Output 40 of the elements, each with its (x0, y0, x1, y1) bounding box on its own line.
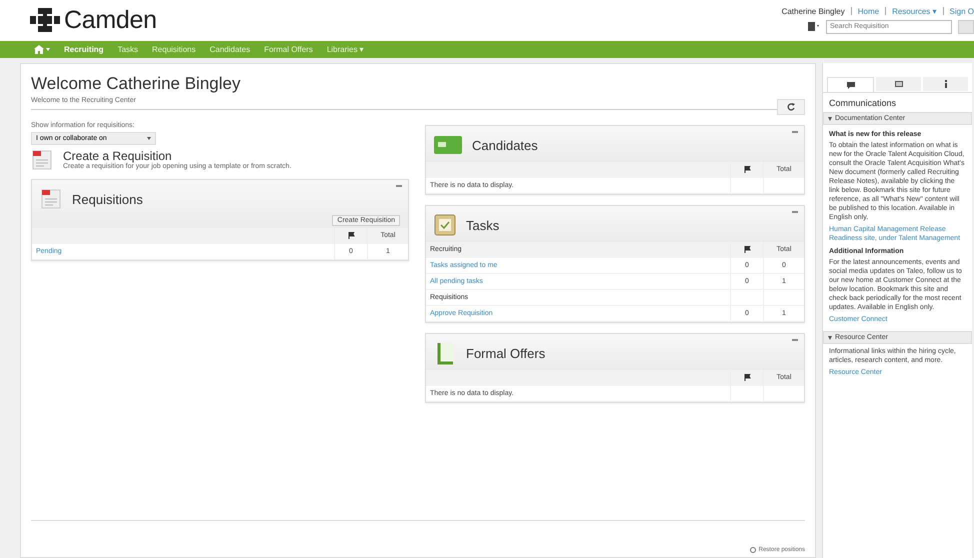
create-requisition-link[interactable]: Create a Requisition (63, 149, 292, 163)
widget-title: Requisitions (72, 192, 143, 206)
header-link[interactable]: Sign O (950, 6, 974, 16)
nav-tab[interactable]: Requisitions (152, 45, 196, 54)
refresh-button[interactable] (777, 99, 805, 115)
sidebar-tab[interactable] (827, 77, 874, 92)
page-title: Welcome Catherine Bingley (31, 74, 242, 94)
flag-icon (744, 166, 750, 173)
document-icon (40, 188, 62, 210)
chat-icon (846, 80, 856, 90)
nav-tab[interactable]: Formal Offers (264, 45, 313, 54)
flag-icon (348, 232, 354, 239)
collapse-icon (828, 116, 832, 120)
sidebar-tab[interactable] (923, 77, 968, 91)
user-name: Catherine Bingley (782, 6, 845, 16)
header-link[interactable]: Resources ▾ (892, 6, 937, 16)
screen-icon (894, 80, 904, 88)
recent-icon[interactable] (808, 22, 820, 31)
refresh-icon (787, 103, 795, 111)
home-icon[interactable] (34, 45, 50, 54)
go-button[interactable] (958, 20, 974, 34)
collapse-icon (828, 336, 832, 340)
widget-title: Formal Offers (466, 346, 546, 360)
nav-tab[interactable]: Libraries ▾ (326, 45, 364, 54)
id-card-icon (434, 136, 462, 154)
header-link[interactable]: Home (858, 6, 880, 16)
flag-icon (744, 374, 750, 381)
checklist-icon (434, 214, 456, 236)
document-icon (31, 149, 53, 171)
restore-icon (750, 547, 756, 553)
widget-title: Candidates (472, 138, 538, 152)
nav-tab[interactable]: Recruiting (64, 45, 104, 54)
flag-icon (744, 246, 750, 253)
sidebar-tab[interactable] (876, 77, 921, 91)
logo-text: Camden (64, 6, 157, 34)
nav-tab[interactable]: Tasks (118, 45, 138, 54)
logo-icon (30, 8, 60, 32)
widget-title: Tasks (466, 218, 500, 232)
caret-icon (147, 137, 151, 140)
nav-tab[interactable]: Candidates (210, 45, 250, 54)
